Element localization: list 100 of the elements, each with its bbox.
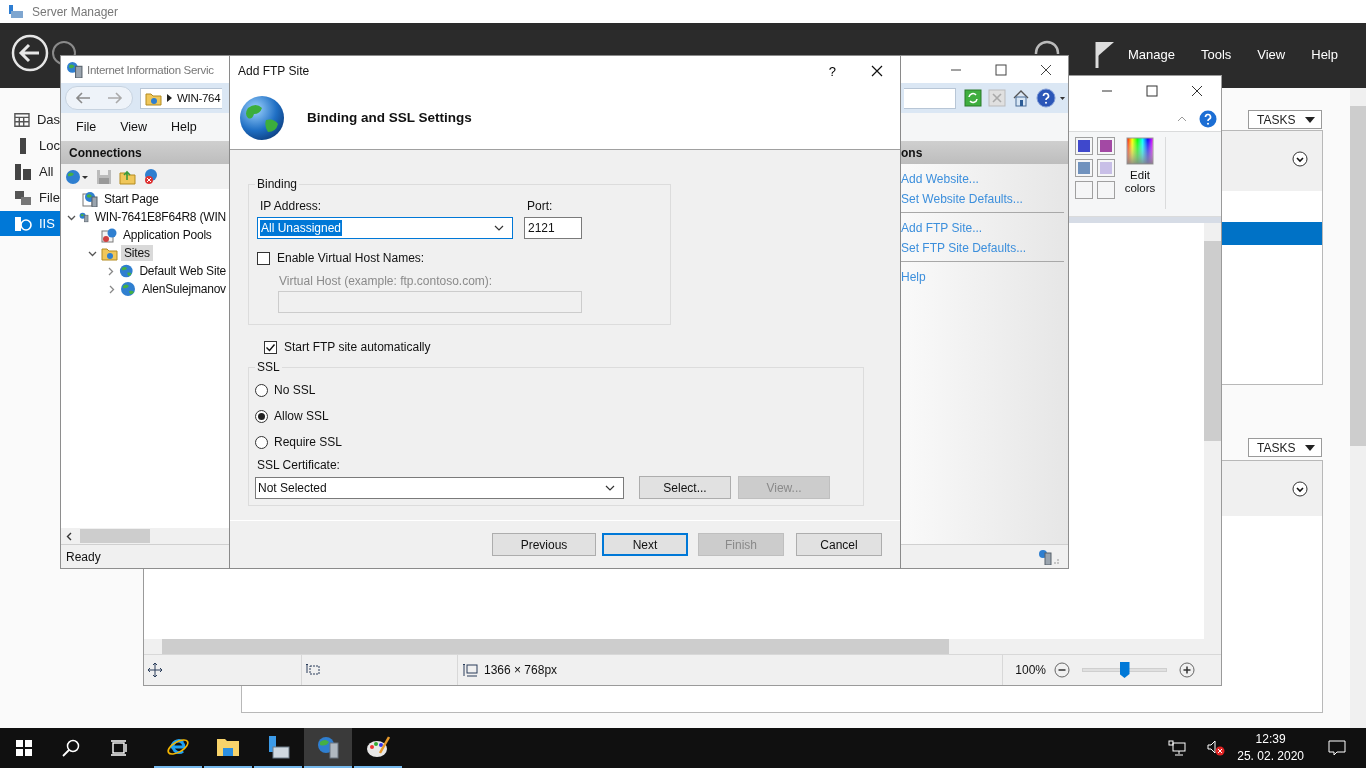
- home-icon[interactable]: [1012, 89, 1030, 107]
- tree-item[interactable]: Start Page: [101, 191, 162, 207]
- tree-item[interactable]: Application Pools: [120, 227, 215, 243]
- close-icon[interactable]: [1040, 63, 1052, 76]
- help-icon[interactable]: [1199, 109, 1217, 128]
- field-label: SSL Certificate:: [256, 458, 341, 472]
- ip-address-dropdown[interactable]: All Unassigned: [257, 217, 513, 239]
- checkbox[interactable]: [257, 251, 270, 265]
- servers-icon: [14, 163, 32, 180]
- port-field[interactable]: 2121: [524, 217, 582, 239]
- radio-button[interactable]: [255, 383, 268, 397]
- zoom-out-icon[interactable]: [1054, 662, 1070, 678]
- tree-item[interactable]: Default Web Site: [136, 263, 229, 279]
- menu-item[interactable]: Help: [171, 120, 197, 134]
- nav-item[interactable]: IIS: [0, 211, 60, 236]
- iis-icon: [14, 215, 32, 232]
- zoom-level: 100%: [1015, 663, 1046, 677]
- radio-button[interactable]: [255, 435, 268, 449]
- expand-circle-icon[interactable]: [1292, 151, 1308, 167]
- dialog-title: Add FTP Site: [238, 64, 310, 78]
- dialog-button[interactable]: Next: [602, 533, 688, 556]
- zoom-slider[interactable]: [1082, 662, 1167, 678]
- help-icon[interactable]: [1036, 88, 1066, 108]
- breadcrumb-arrow-icon: [167, 94, 172, 102]
- taskbar-button[interactable]: [304, 728, 352, 768]
- network-icon[interactable]: [1168, 740, 1187, 756]
- close-icon[interactable]: [871, 65, 883, 77]
- window-title: Internet Information Servic: [87, 63, 214, 76]
- scrollbar[interactable]: [1350, 88, 1366, 728]
- globe-icon[interactable]: [65, 168, 89, 185]
- dialog-button[interactable]: Cancel: [796, 533, 882, 556]
- server-manager-icon: [266, 735, 290, 759]
- address-bar[interactable]: WIN-764: [140, 87, 222, 109]
- iis-icon: [316, 735, 340, 759]
- checkbox[interactable]: [264, 340, 277, 354]
- move-icon: [148, 663, 162, 677]
- field-label: Virtual Host (example: ftp.contoso.com):: [279, 274, 494, 288]
- caret-icon: [605, 484, 615, 491]
- start-icon[interactable]: [16, 740, 32, 756]
- folder-up-icon[interactable]: [119, 168, 136, 185]
- tasks-dropdown[interactable]: TASKS: [1248, 110, 1322, 129]
- scrollbar[interactable]: [61, 528, 229, 544]
- flag-icon[interactable]: [1094, 40, 1116, 68]
- collapse-ribbon-icon[interactable]: [1177, 115, 1187, 122]
- task-view-icon[interactable]: [110, 740, 128, 756]
- tree-item[interactable]: Sites: [121, 245, 153, 261]
- field-label: Port:: [526, 199, 554, 213]
- disconnect-icon[interactable]: [143, 168, 160, 185]
- folder-icon: [101, 245, 118, 261]
- status-text: Ready: [66, 549, 101, 564]
- globe-icon: [238, 93, 286, 142]
- back-arrow-icon[interactable]: [75, 92, 91, 104]
- menu-item[interactable]: File: [76, 120, 97, 134]
- nav-item[interactable]: Loc: [0, 133, 60, 158]
- nav-item[interactable]: Das: [0, 107, 60, 132]
- menu-item[interactable]: Tools: [1200, 47, 1232, 62]
- notifications-icon[interactable]: [1328, 740, 1346, 756]
- virtual-host-field[interactable]: [278, 291, 582, 313]
- color-swatch[interactable]: [1075, 137, 1093, 155]
- folder-icon: [145, 90, 162, 106]
- tree-item[interactable]: AlenSulejmanov: [139, 281, 229, 297]
- expand-circle-icon[interactable]: [1292, 481, 1308, 497]
- panel-header: Connections: [61, 141, 229, 164]
- scrollbar[interactable]: [144, 639, 1221, 654]
- maximize-icon[interactable]: [995, 63, 1007, 76]
- tree-item[interactable]: WIN-7641E8F64R8 (WIN: [91, 209, 229, 225]
- folder-icon: [216, 736, 240, 758]
- certificate-dropdown[interactable]: Not Selected: [255, 476, 624, 499]
- radio-button[interactable]: [255, 409, 268, 423]
- menu-item[interactable]: Help: [1311, 47, 1338, 62]
- scroll-left-icon[interactable]: [66, 531, 72, 541]
- spectrum-icon: [1126, 137, 1154, 165]
- dialog-button[interactable]: Previous: [492, 533, 596, 556]
- dialog-button[interactable]: Select...: [639, 476, 731, 499]
- zoom-in-icon[interactable]: [1179, 662, 1195, 678]
- clock[interactable]: 12:39 25. 02. 2020: [1237, 731, 1304, 765]
- menu-item[interactable]: View: [1257, 47, 1286, 62]
- checkbox-label: Start FTP site automatically: [284, 340, 431, 354]
- help-button[interactable]: ?: [828, 63, 836, 79]
- back-button-icon[interactable]: [11, 34, 49, 72]
- empty-swatch[interactable]: [1097, 181, 1115, 199]
- edit-colors-button[interactable]: Edit colors: [1123, 137, 1157, 195]
- muted-speaker-icon[interactable]: [1207, 740, 1226, 756]
- color-swatch[interactable]: [1097, 137, 1115, 155]
- caret-icon: [494, 225, 504, 231]
- tasks-dropdown[interactable]: TASKS: [1248, 438, 1322, 457]
- search-icon[interactable]: [62, 739, 80, 757]
- menu-item[interactable]: Manage: [1127, 47, 1175, 62]
- color-swatch[interactable]: [1097, 159, 1115, 177]
- scrollbar[interactable]: [1204, 223, 1221, 639]
- color-swatch[interactable]: [1075, 159, 1093, 177]
- page-heading: Binding and SSL Settings: [307, 110, 472, 125]
- nav-item[interactable]: File: [0, 185, 60, 210]
- menu-item[interactable]: View: [120, 120, 148, 134]
- close-icon[interactable]: [1191, 85, 1203, 97]
- empty-swatch[interactable]: [1075, 181, 1093, 199]
- globe-icon: [120, 281, 136, 297]
- maximize-icon[interactable]: [1146, 85, 1158, 97]
- group-label: Binding: [255, 177, 300, 191]
- nav-item[interactable]: All: [0, 159, 60, 184]
